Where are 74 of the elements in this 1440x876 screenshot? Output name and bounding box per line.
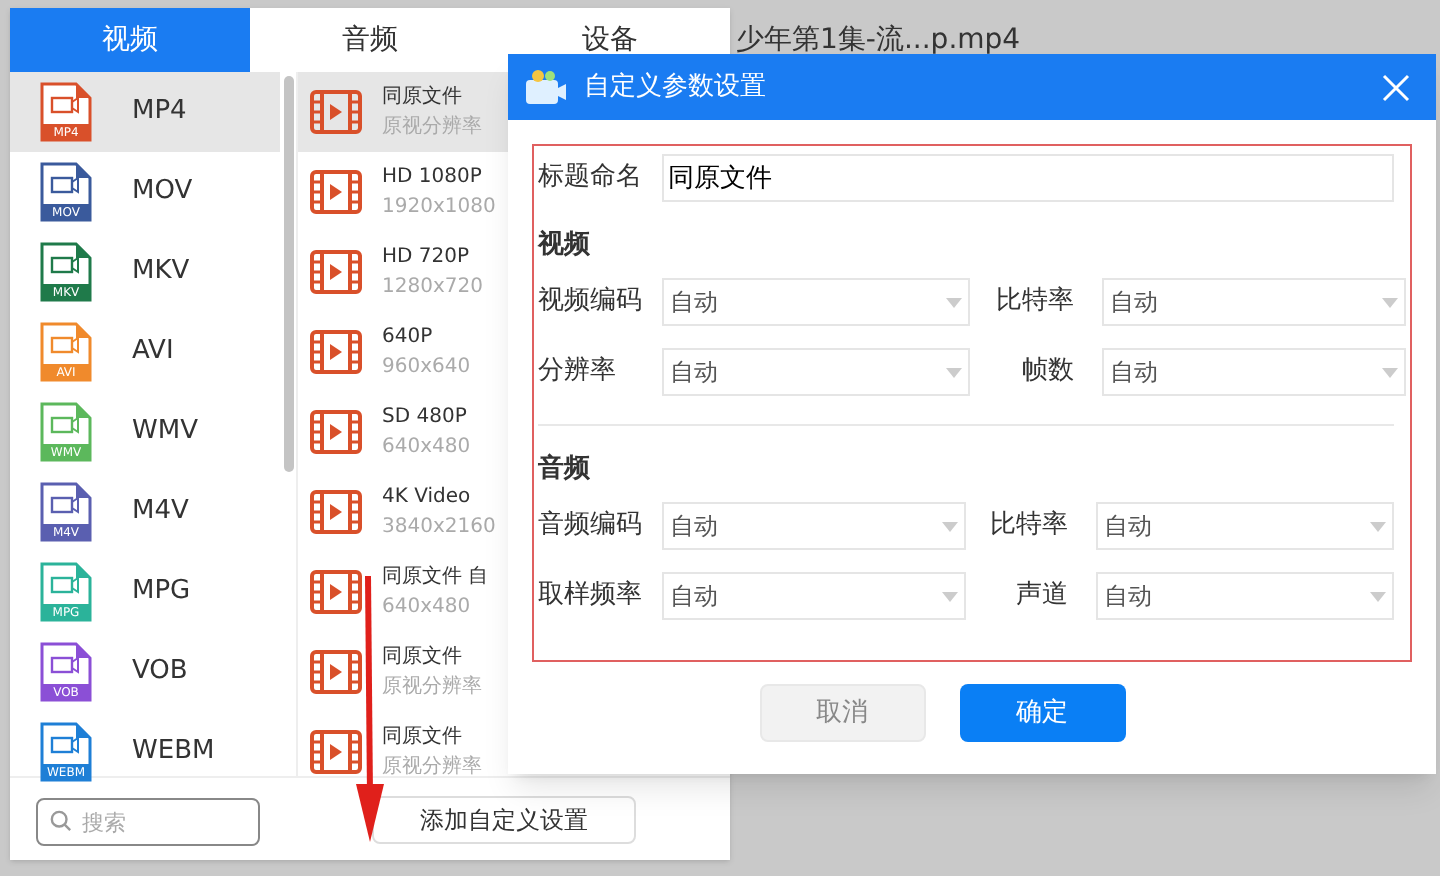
film-icon: [310, 570, 362, 614]
preset-item[interactable]: 640P 960x640: [298, 312, 508, 392]
close-icon[interactable]: [1380, 71, 1412, 103]
film-icon: [310, 250, 362, 294]
preset-detail: 960x640: [382, 354, 471, 382]
preset-title: 同原文件: [382, 723, 464, 752]
caret-icon: [946, 367, 962, 377]
film-icon: [310, 90, 362, 134]
preset-title: HD 1080P: [382, 164, 484, 192]
dialog-button[interactable]: 确定: [959, 684, 1125, 742]
select-field[interactable]: 自动: [1096, 572, 1394, 620]
file-name: 少年第1集-流...p.mp4: [736, 22, 1021, 60]
caret-icon: [1382, 367, 1398, 377]
field-label: 视频编码: [538, 284, 644, 321]
preset-detail: 1280x720: [382, 274, 483, 302]
preset-item[interactable]: SD 480P 640x480: [298, 392, 508, 472]
field-label: 比特率: [988, 508, 1070, 545]
preset-detail: 1920x1080: [382, 194, 496, 222]
preset-detail: 原视分辨率: [382, 753, 482, 776]
section-heading: 视频: [538, 228, 592, 264]
select-field[interactable]: 自动: [1102, 278, 1406, 326]
field-label: 分辨率: [538, 354, 618, 391]
field-label: 声道: [1014, 578, 1070, 615]
caret-icon: [1382, 297, 1398, 307]
scrollbar[interactable]: [283, 76, 293, 472]
tab[interactable]: 视频: [10, 8, 250, 72]
search-icon: [50, 809, 72, 831]
preset-title: 640P: [382, 324, 435, 352]
film-icon: [310, 650, 362, 694]
dialog-title: 自定义参数设置: [584, 69, 768, 106]
search-field[interactable]: 搜索: [36, 798, 260, 846]
preset-detail: 原视分辨率: [382, 113, 482, 142]
film-icon: [310, 490, 362, 534]
caret-icon: [942, 521, 958, 531]
caret-icon: [946, 297, 962, 307]
field-label: 标题命名: [538, 160, 644, 197]
caret-icon: [942, 591, 958, 601]
field-label: 取样频率: [538, 578, 644, 615]
camera-icon: [524, 67, 568, 107]
field-label: 比特率: [994, 284, 1076, 321]
title-input[interactable]: 同原文件: [662, 154, 1394, 202]
caret-icon: [1370, 521, 1386, 531]
film-icon: [310, 330, 362, 374]
preset-detail: 640x480: [382, 434, 471, 462]
preset-item[interactable]: 4K Video 3840x2160: [298, 472, 508, 552]
select-field[interactable]: 自动: [662, 572, 966, 620]
preset-item[interactable]: 同原文件 原视分辨率: [298, 72, 508, 152]
preset-item[interactable]: HD 720P 1280x720: [298, 232, 508, 312]
film-icon: [310, 170, 362, 214]
select-field[interactable]: 自动: [1096, 502, 1394, 550]
film-icon: [310, 730, 362, 774]
section-heading: 音频: [538, 451, 592, 488]
preset-item[interactable]: 同原文件 原视分辨率: [298, 712, 508, 776]
select-field[interactable]: 自动: [662, 502, 966, 550]
caret-icon: [1370, 591, 1386, 601]
select-field[interactable]: 自动: [662, 278, 970, 326]
field-label: 音频编码: [538, 508, 644, 545]
field-label: 帧数: [1020, 354, 1076, 391]
preset-item[interactable]: 同原文件 原视分辨率: [298, 632, 508, 712]
preset-title: SD 480P: [382, 404, 469, 432]
preset-detail: 640x480: [382, 594, 473, 622]
select-field[interactable]: 自动: [662, 348, 970, 396]
add-custom-button[interactable]: 添加自定义设置: [372, 795, 636, 843]
preset-title: 4K Video: [382, 484, 473, 512]
preset-detail: 原视分辨率: [382, 673, 482, 702]
select-field[interactable]: 自动: [1102, 348, 1406, 396]
preset-title: 同原文件: [382, 643, 464, 672]
preset-title: 同原文件: [382, 83, 464, 112]
film-icon: [310, 410, 362, 454]
preset-item[interactable]: 同原文件 自 640x480: [298, 552, 508, 632]
preset-title: HD 720P: [382, 244, 472, 272]
preset-detail: 3840x2160: [382, 514, 496, 542]
preset-item[interactable]: HD 1080P 1920x1080: [298, 152, 508, 232]
preset-title: 同原文件 自: [382, 563, 489, 592]
